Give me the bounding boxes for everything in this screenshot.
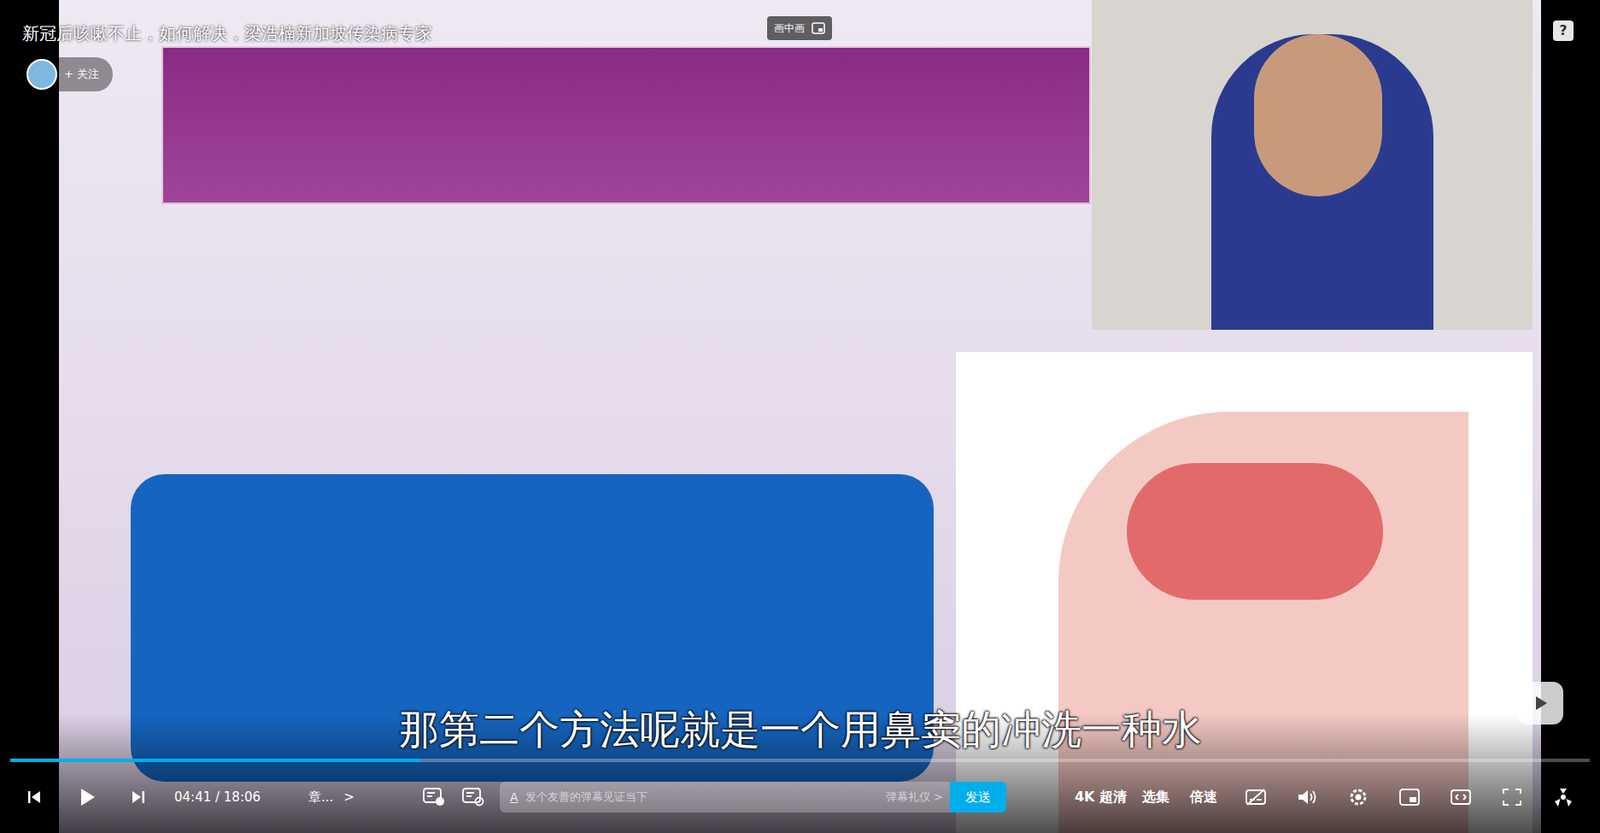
more-icon[interactable] [1552,785,1575,809]
play-button[interactable] [76,786,98,808]
next-icon[interactable] [129,788,147,806]
pip-mode-icon[interactable] [1398,787,1421,807]
subtitle: 那第二个方法呢就是一个用鼻窦的冲洗一种水 [398,704,1202,755]
chapter-button[interactable]: 章... [308,787,334,808]
float-play-button[interactable] [1517,681,1564,725]
pip-button[interactable]: 画中画 [767,16,833,41]
progress-track[interactable] [10,758,1590,762]
slide-header-block [161,46,1091,205]
time-display: 04:41 / 18:06 [174,787,261,808]
follow-label[interactable]: + 关注 [64,65,100,83]
danmaku-toggle-icon[interactable] [422,786,446,808]
letterbox-left [0,0,59,833]
episodes-button[interactable]: 选集 [1142,786,1170,808]
fullscreen-icon[interactable] [1500,786,1524,808]
widescreen-icon[interactable] [1449,787,1472,807]
danmaku-input[interactable]: A 弹幕礼仪 > [499,781,950,813]
pip-icon[interactable] [811,22,826,35]
etiquette-link[interactable]: 弹幕礼仪 > [885,788,944,806]
help-button[interactable]: ? [1553,20,1574,42]
follow-button[interactable]: + 关注 [25,57,113,92]
avatar-icon[interactable] [26,58,58,90]
video-title: 新冠后咳嗽不止，如何解决，梁浩楠新加坡传染病专家 [22,22,433,45]
webcam-block [1091,0,1533,330]
play-icon[interactable] [76,786,98,808]
quality-button[interactable]: 4K 超清 [1074,786,1127,808]
player[interactable]: 新冠后咳嗽不止，如何解决，梁浩楠新加坡传染病专家 + 关注 画中画 ? 那第二个… [0,0,1600,833]
previous-icon[interactable] [25,788,43,806]
speed-button[interactable]: 倍速 [1189,786,1218,808]
play-icon[interactable] [1530,693,1550,713]
settings-icon[interactable] [1347,785,1370,809]
progress-fill [10,758,420,762]
pip-label[interactable]: 画中画 [773,20,805,36]
chapter-arrow[interactable]: > [343,787,355,808]
volume-icon[interactable] [1295,786,1319,808]
subtitle-icon[interactable] [1244,787,1267,807]
send-button[interactable]: 发送 [949,781,1007,813]
danmaku-style-button[interactable]: A [509,788,519,807]
danmaku-field[interactable] [525,788,880,806]
danmaku-settings-icon[interactable] [462,786,485,808]
